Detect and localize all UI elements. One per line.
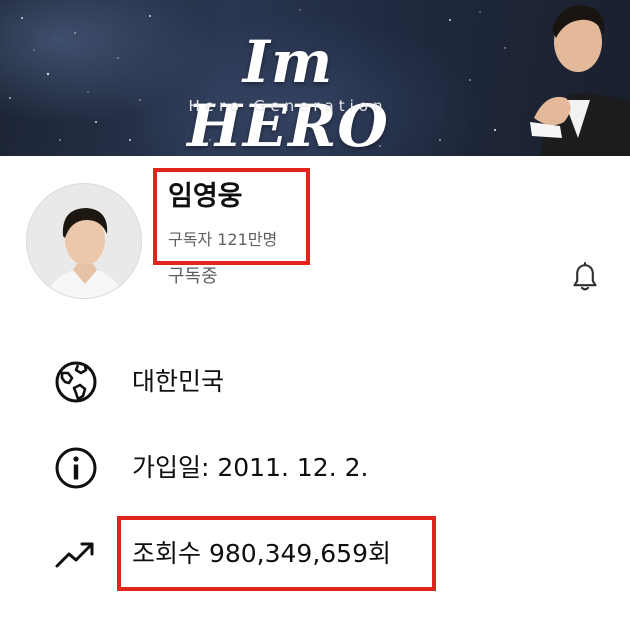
highlight-box-channel-info <box>153 168 310 265</box>
joined-date-text: 가입일: 2011. 12. 2. <box>132 453 369 482</box>
info-icon <box>55 447 97 489</box>
banner-title: Im HERO <box>187 28 389 156</box>
globe-icon <box>55 361 97 403</box>
highlight-box-view-count <box>117 516 436 591</box>
subscribed-button[interactable]: 구독중 <box>168 265 218 289</box>
about-row-country: 대한민국 <box>0 352 630 412</box>
channel-avatar[interactable] <box>26 183 142 299</box>
banner-person-photo <box>530 5 630 156</box>
country-text: 대한민국 <box>132 367 225 396</box>
about-row-joined: 가입일: 2011. 12. 2. <box>0 438 630 498</box>
bell-icon[interactable] <box>567 260 603 296</box>
avatar-portrait <box>27 184 141 298</box>
trending-up-icon <box>55 542 94 568</box>
banner-subtitle: Hero Generation <box>188 97 388 115</box>
channel-banner: Im HERO Hero Generation <box>0 0 630 156</box>
